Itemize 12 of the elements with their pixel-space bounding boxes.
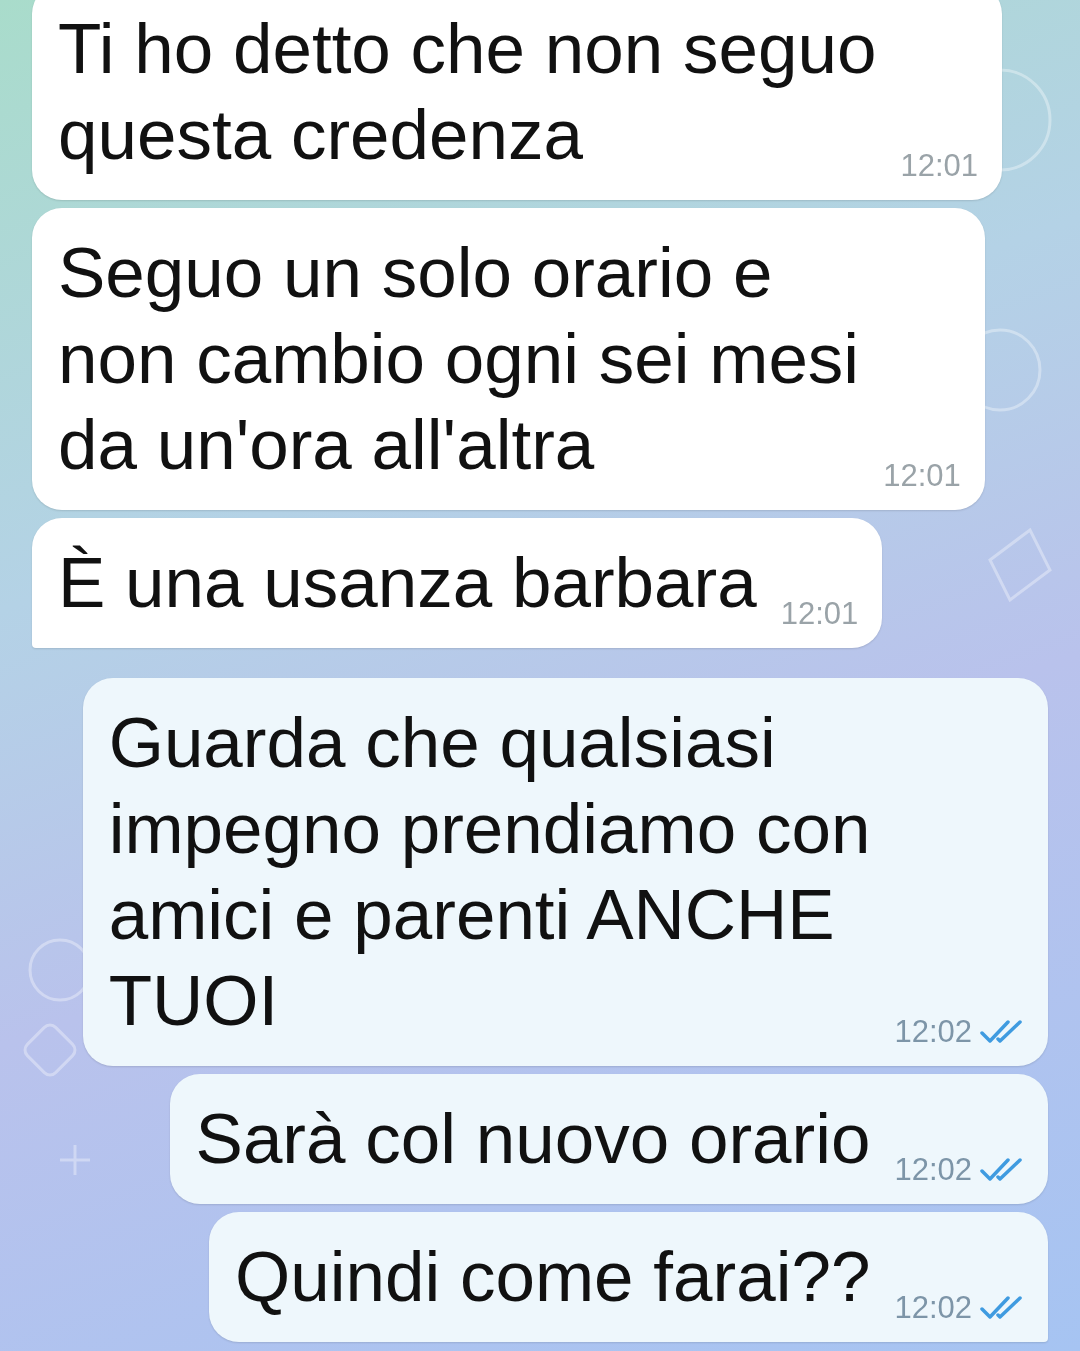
message-time: 12:01: [900, 148, 978, 184]
message-text: È una usanza barbara: [58, 542, 757, 624]
message-text: Quindi come farai??: [235, 1236, 871, 1318]
message-time: 12:01: [780, 596, 859, 632]
message-text: Sarà col nuovo orario: [195, 1098, 871, 1180]
message-text: Seguo un solo orario e non cambio ogni sei mesi da un'ora all'altra: [58, 232, 860, 486]
message-time: 12:02: [894, 1290, 972, 1326]
message-time: 12:01: [883, 458, 961, 494]
message-time: 12:02: [894, 1152, 972, 1188]
message-text: Ti ho detto che non seguo questa credenza: [58, 8, 877, 176]
message-text: Guarda che qualsiasi impegno prendiamo con amici e parenti ANCHE TUOI: [108, 702, 871, 1042]
message-time: 12:02: [894, 1014, 972, 1050]
